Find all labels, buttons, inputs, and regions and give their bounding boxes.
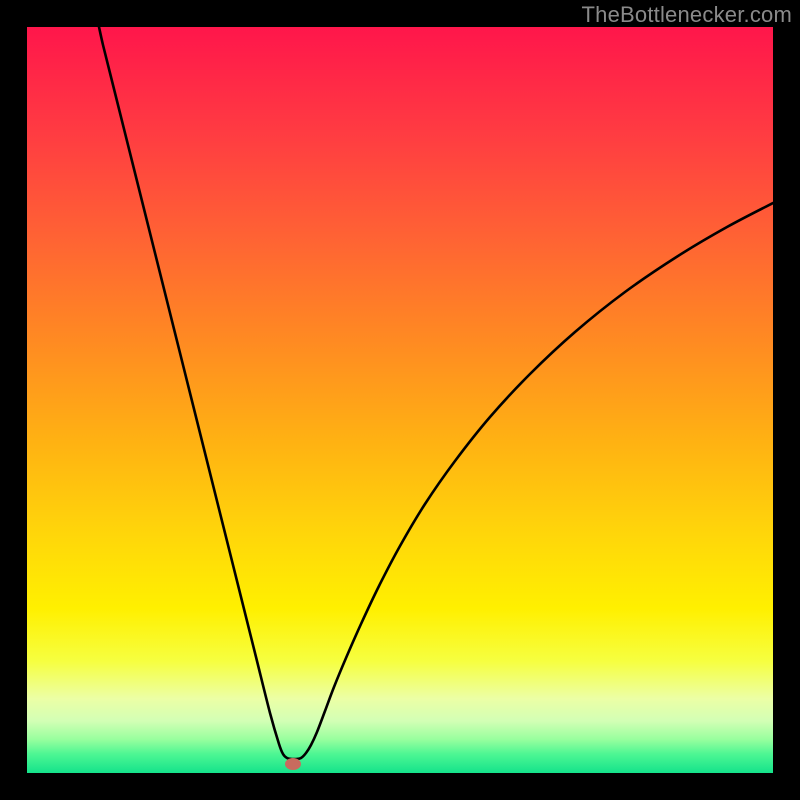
plot-area (27, 27, 773, 773)
minimum-marker (285, 758, 301, 770)
bottleneck-chart (27, 27, 773, 773)
gradient-background (27, 27, 773, 773)
watermark-text: TheBottlenecker.com (582, 2, 792, 28)
